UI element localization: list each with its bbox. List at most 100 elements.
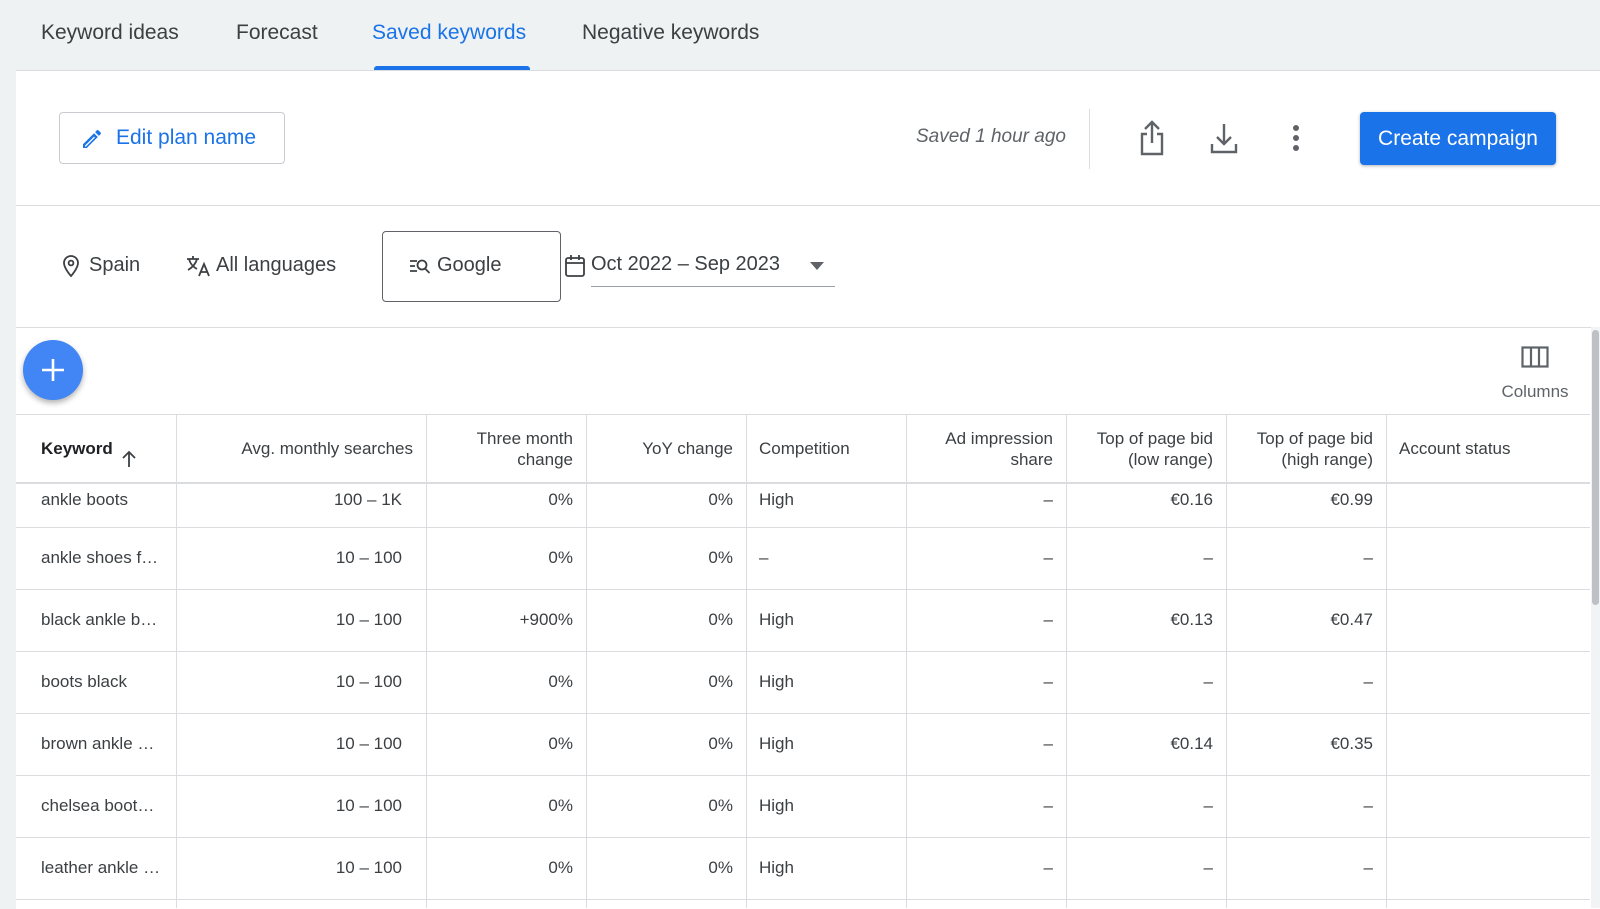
table-row[interactable]: brown ankle … 10 – 100 0% 0% High – €0.14 €0.35: [16, 713, 1590, 776]
header-divider: [1089, 109, 1090, 169]
cell-keyword[interactable]: black ankle b…: [16, 589, 176, 651]
cell-keyword[interactable]: ankle boots: [16, 481, 176, 527]
cell-three-month-change: 0%: [548, 858, 573, 877]
col-header-keyword[interactable]: Keyword: [16, 415, 176, 482]
col-header-yoy-change[interactable]: YoY change: [586, 415, 746, 482]
cell-ad-impression-share: –: [1043, 672, 1053, 691]
download-button[interactable]: [1202, 116, 1246, 160]
cell-ad-impression-share: –: [1043, 610, 1053, 629]
share-icon: [1130, 120, 1174, 164]
cell-three-month-change: 0%: [548, 796, 573, 815]
cell-keyword[interactable]: leather ankle …: [16, 837, 176, 899]
cell-ad-impression-share: –: [1043, 548, 1053, 567]
cell-keyword[interactable]: boots black: [16, 651, 176, 713]
col-header-label: YoY change: [642, 439, 733, 458]
cell-competition: High: [759, 858, 794, 877]
translate-icon: [185, 254, 211, 283]
cell-ad-impression-share: –: [1043, 796, 1053, 815]
tab-saved-keywords[interactable]: Saved keywords: [372, 21, 526, 45]
search-network-label: Google: [437, 254, 502, 276]
table-row[interactable]: boots black 10 – 100 0% 0% High – – –: [16, 651, 1590, 714]
col-header-top-bid-low[interactable]: Top of page bid (low range): [1066, 415, 1226, 482]
cell-yoy-change: 0%: [708, 490, 733, 509]
more-options-button[interactable]: [1274, 116, 1318, 160]
tab-forecast[interactable]: Forecast: [236, 21, 318, 45]
dropdown-arrow-icon: [809, 258, 825, 276]
cell-top-bid-high: –: [1363, 858, 1373, 877]
cell-three-month-change: +900%: [519, 610, 573, 629]
column-divider: [906, 414, 907, 908]
col-header-competition[interactable]: Competition: [746, 415, 906, 482]
columns-label: Columns: [1501, 382, 1569, 401]
cell-avg-monthly-searches: 10 – 100: [335, 548, 402, 567]
cell-avg-monthly-searches: 10 – 100: [335, 672, 402, 691]
cell-top-bid-low: –: [1203, 672, 1213, 691]
language-filter[interactable]: All languages: [216, 254, 336, 277]
edit-plan-name-button[interactable]: Edit plan name: [59, 112, 285, 164]
cell-avg-monthly-searches: 10 – 100: [335, 734, 402, 753]
cell-top-bid-low: €0.14: [1170, 734, 1213, 753]
cell-account-status: [1386, 527, 1590, 589]
tab-bar: Keyword ideas Forecast Saved keywords Ne…: [0, 0, 1600, 70]
location-pin-icon: [60, 254, 82, 283]
col-header-label: Account status: [1399, 439, 1511, 458]
create-campaign-button[interactable]: Create campaign: [1360, 112, 1556, 165]
col-header-three-month-change[interactable]: Three month change: [426, 415, 586, 482]
cell-yoy-change: 0%: [708, 548, 733, 567]
cell-top-bid-low: €0.13: [1170, 610, 1213, 629]
col-header-top-bid-high[interactable]: Top of page bid (high range): [1226, 415, 1386, 482]
table-row[interactable]: chelsea boot… 10 – 100 0% 0% High – – –: [16, 775, 1590, 838]
table-header: Keyword Avg. monthly searches Three mont…: [16, 414, 1590, 484]
cell-competition: High: [759, 610, 794, 629]
column-divider: [426, 414, 427, 908]
edit-plan-name-label: Edit plan name: [116, 126, 257, 149]
calendar-icon: [564, 254, 586, 283]
cell-yoy-change: 0%: [708, 610, 733, 629]
cell-top-bid-high: €0.47: [1330, 610, 1373, 629]
table-row[interactable]: black ankle b… 10 – 100 +900% 0% High – €0.13 €…: [16, 589, 1590, 652]
add-keywords-button[interactable]: [23, 340, 83, 400]
col-header-label: Top of page bid (low range): [1096, 428, 1213, 469]
search-network-icon: [409, 257, 431, 282]
share-button[interactable]: [1130, 116, 1174, 160]
more-vert-icon: [1274, 125, 1318, 164]
cell-yoy-change: 0%: [708, 672, 733, 691]
sort-ascending-icon: [121, 429, 137, 473]
col-header-avg-monthly-searches[interactable]: Avg. monthly searches: [176, 415, 426, 482]
table-row[interactable]: ankle boots 100 – 1K 0% 0% High – €0.16 €0.99: [16, 481, 1590, 528]
column-divider: [1386, 414, 1387, 908]
cell-keyword[interactable]: chelsea boot…: [16, 775, 176, 837]
cell-keyword[interactable]: ankle shoes f…: [16, 527, 176, 589]
saved-status: Saved 1 hour ago: [915, 126, 1066, 147]
col-header-label: Ad impression share: [945, 428, 1053, 469]
search-network-filter[interactable]: Google: [382, 231, 561, 302]
cell-yoy-change: 0%: [708, 858, 733, 877]
table-row[interactable]: leather ankle … 10 – 100 0% 0% High – – –: [16, 837, 1590, 900]
cell-three-month-change: 0%: [548, 490, 573, 509]
cell-top-bid-high: €0.99: [1330, 490, 1373, 509]
location-filter[interactable]: Spain: [89, 254, 140, 277]
cell-account-status: [1386, 651, 1590, 713]
cell-keyword[interactable]: brown ankle …: [16, 713, 176, 775]
table-row[interactable]: ankle shoes f… 10 – 100 0% 0% – – – –: [16, 527, 1590, 590]
cell-account-status: [1386, 481, 1590, 527]
cell-competition: –: [759, 548, 769, 567]
pencil-icon: [80, 127, 104, 156]
col-header-label: Three month change: [476, 428, 573, 469]
cell-account-status: [1386, 589, 1590, 651]
tab-negative-keywords[interactable]: Negative keywords: [582, 21, 759, 45]
col-header-label: Avg. monthly searches: [241, 439, 413, 458]
columns-icon: [1521, 346, 1549, 373]
col-header-ad-impression-share[interactable]: Ad impression share: [906, 415, 1066, 482]
tab-keyword-ideas[interactable]: Keyword ideas: [41, 21, 179, 45]
scrollbar-thumb[interactable]: [1592, 330, 1599, 605]
col-header-label: Competition: [759, 439, 850, 458]
col-header-account-status[interactable]: Account status: [1386, 415, 1590, 482]
column-divider: [586, 414, 587, 908]
cell-top-bid-low: –: [1203, 858, 1213, 877]
cell-top-bid-high: €0.35: [1330, 734, 1373, 753]
cell-top-bid-low: –: [1203, 796, 1213, 815]
columns-button[interactable]: Columns: [1490, 338, 1580, 406]
date-range-select[interactable]: Oct 2022 – Sep 2023: [591, 244, 835, 287]
cell-three-month-change: 0%: [548, 548, 573, 567]
